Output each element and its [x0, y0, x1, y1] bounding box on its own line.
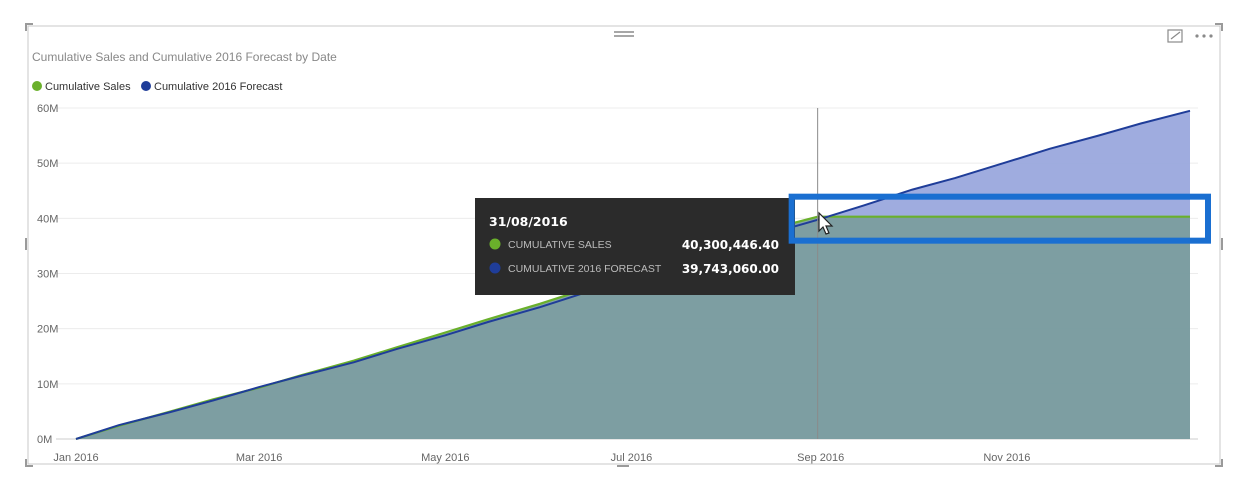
area-chart-visual[interactable]: Cumulative Sales and Cumulative 2016 For… [0, 0, 1242, 497]
resize-handle-left-mid[interactable] [25, 238, 27, 250]
tooltip-swatch-sales [489, 238, 501, 250]
resize-handle-top-left-v[interactable] [25, 23, 27, 31]
tooltip-value-sales: 40,300,446.40 [682, 238, 779, 252]
more-options-icon[interactable] [1195, 34, 1213, 38]
x-tick-label-3: Jul 2016 [611, 452, 653, 464]
legend-swatch-sales[interactable] [32, 81, 42, 91]
x-tick-label-0: Jan 2016 [53, 452, 98, 464]
tooltip-swatch-forecast [489, 262, 501, 274]
y-tick-label-3: 30M [37, 269, 58, 281]
tooltip: 31/08/2016 CUMULATIVE SALES 40,300,446.4… [475, 198, 795, 295]
legend-swatch-forecast[interactable] [141, 81, 151, 91]
tooltip-label-sales: CUMULATIVE SALES [508, 239, 612, 251]
y-tick-label-4: 40M [37, 213, 58, 225]
chart-title: Cumulative Sales and Cumulative 2016 For… [32, 50, 337, 64]
y-tick-label-0: 0M [37, 434, 52, 446]
x-tick-label-5: Nov 2016 [983, 452, 1030, 464]
y-tick-label-5: 50M [37, 158, 58, 170]
tooltip-label-forecast: CUMULATIVE 2016 FORECAST [508, 263, 662, 275]
legend: Cumulative Sales Cumulative 2016 Forecas… [32, 81, 282, 93]
y-tick-label-1: 10M [37, 379, 58, 391]
y-tick-label-6: 60M [37, 103, 58, 115]
resize-handle-bottom-right-v[interactable] [1221, 459, 1223, 467]
legend-label-sales[interactable]: Cumulative Sales [45, 81, 131, 93]
x-tick-label-2: May 2016 [421, 452, 469, 464]
resize-handle-right-mid[interactable] [1221, 238, 1223, 250]
legend-label-forecast[interactable]: Cumulative 2016 Forecast [154, 81, 282, 93]
resize-handle-bottom-mid[interactable] [617, 465, 629, 467]
y-tick-label-2: 20M [37, 324, 58, 336]
resize-handle-bottom-left-v[interactable] [25, 459, 27, 467]
tooltip-value-forecast: 39,743,060.00 [682, 262, 779, 276]
x-tick-label-1: Mar 2016 [236, 452, 282, 464]
tooltip-date: 31/08/2016 [489, 214, 568, 229]
x-tick-label-4: Sep 2016 [797, 452, 844, 464]
resize-handle-top-right-v[interactable] [1221, 23, 1223, 31]
